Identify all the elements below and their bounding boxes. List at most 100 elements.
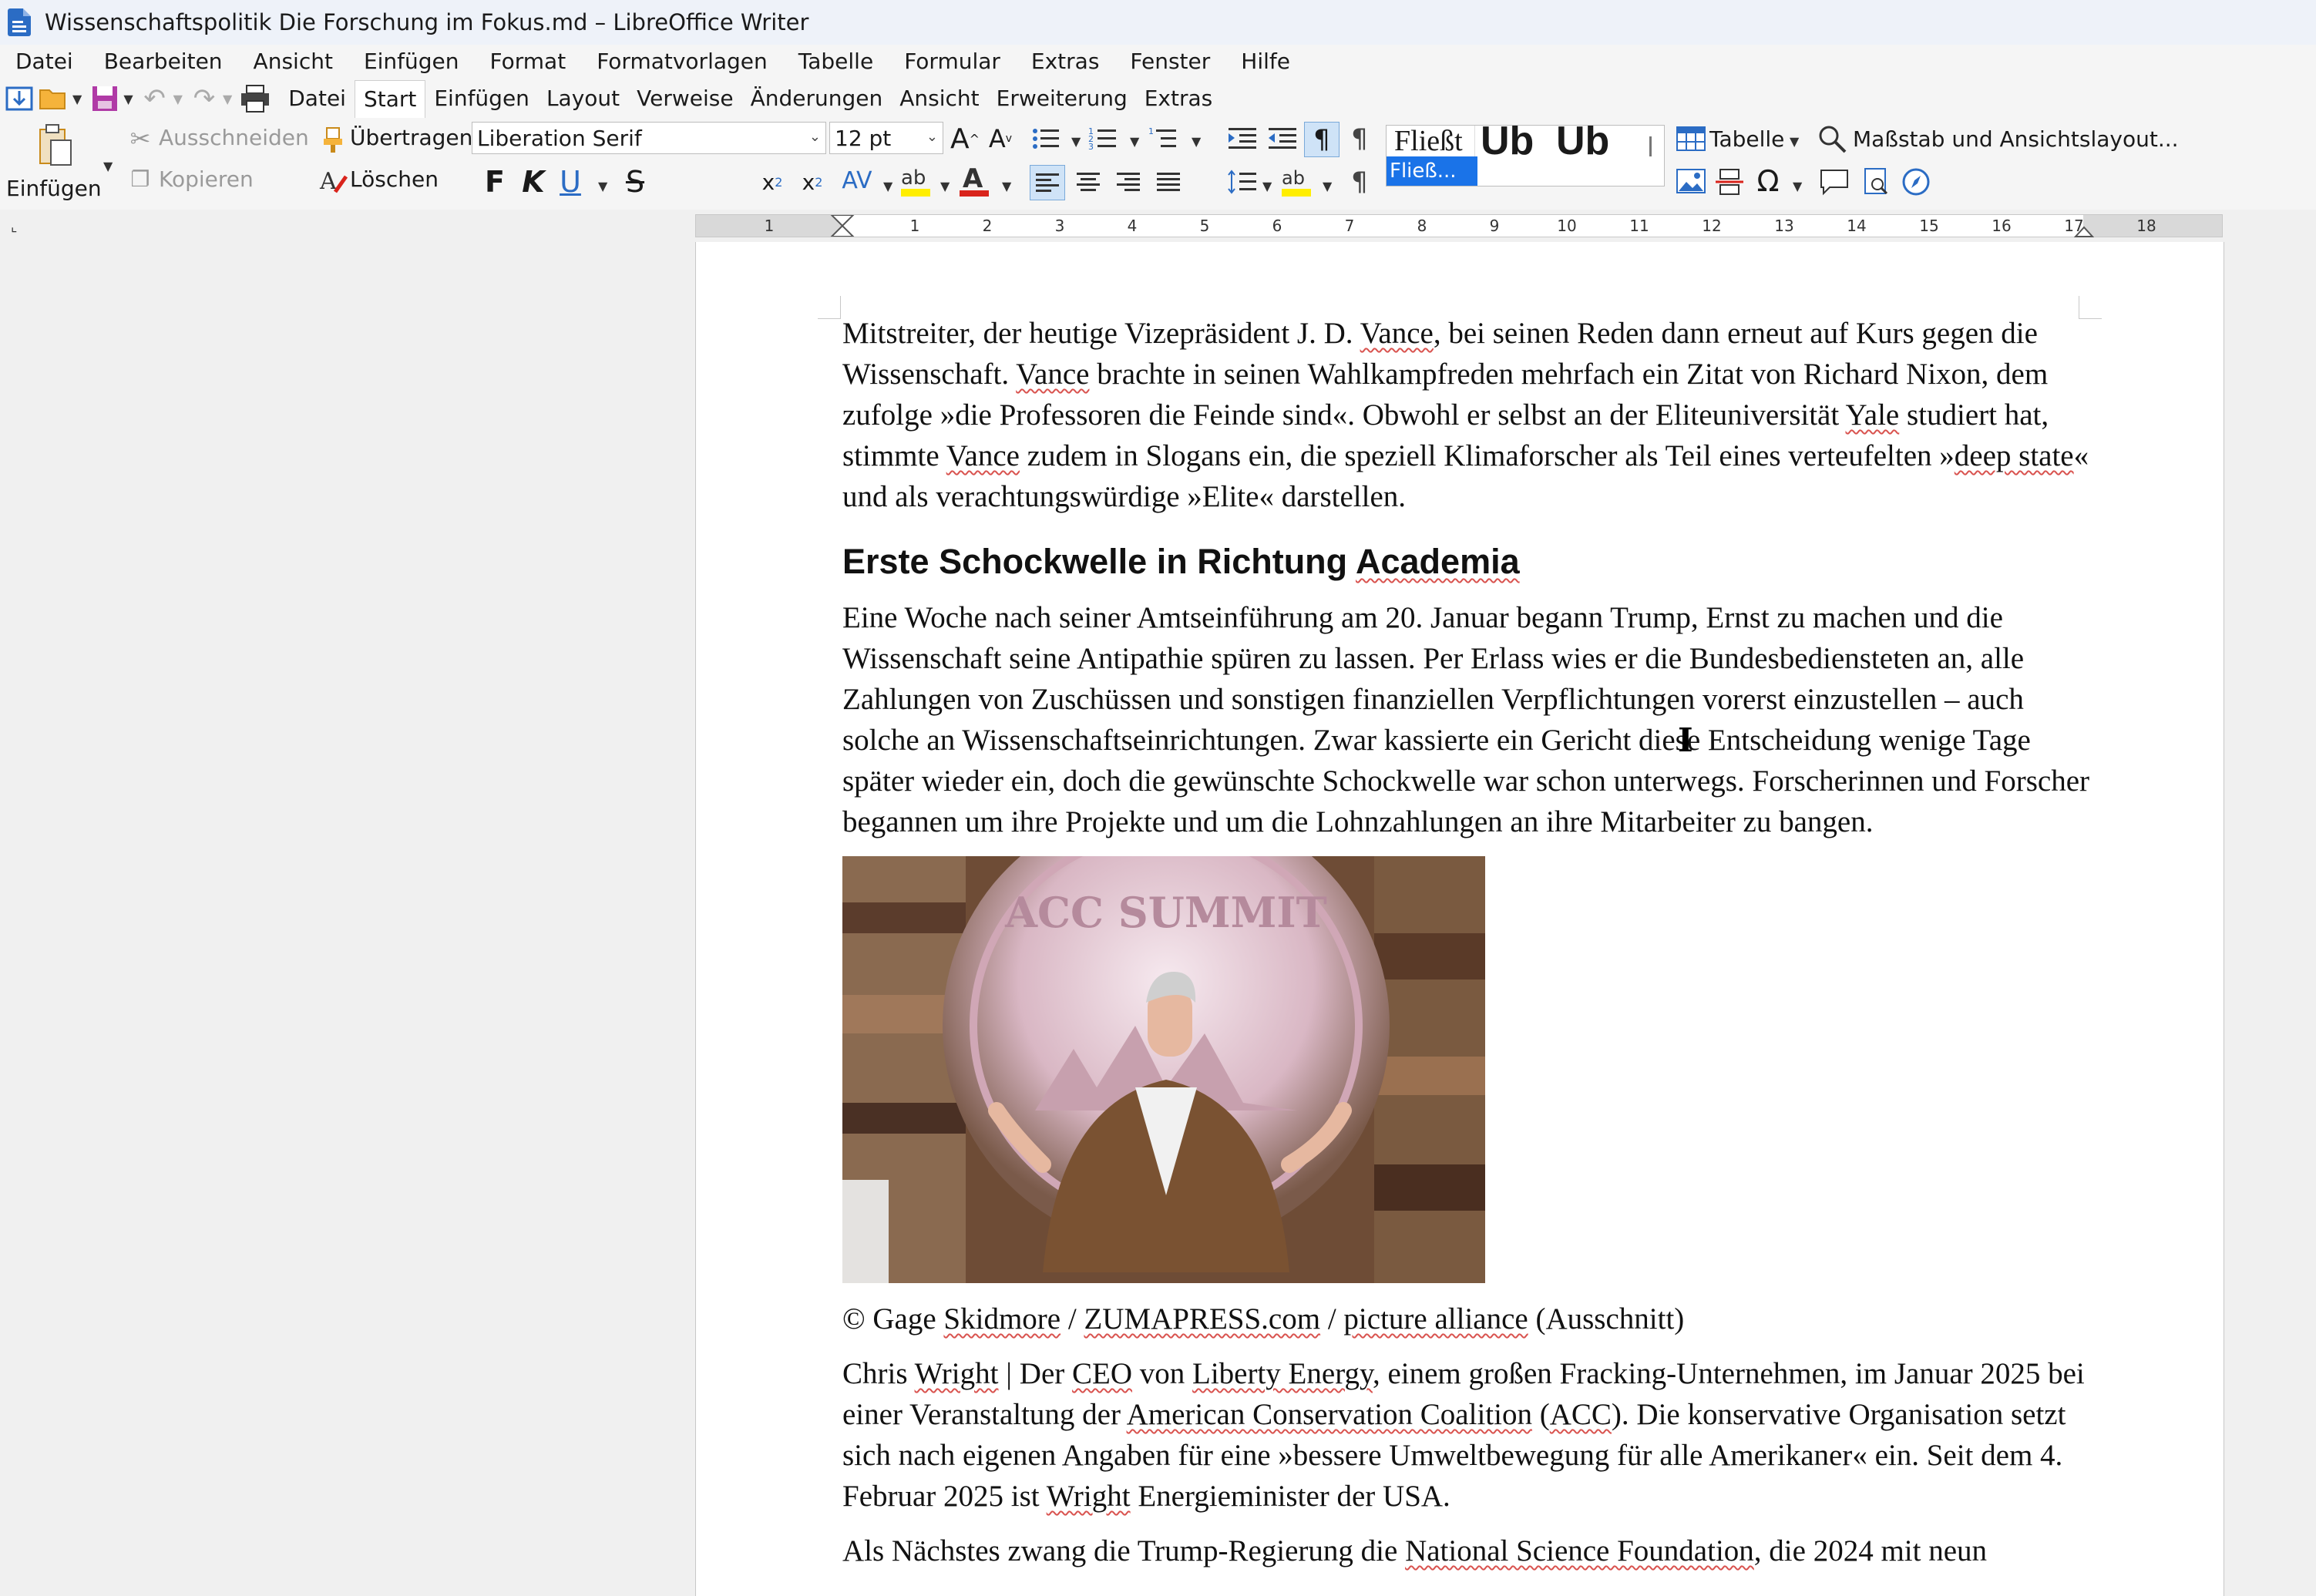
paste-button[interactable]: Einfügen [6,176,102,201]
chevron-down-icon[interactable]: ▼ [1793,179,1802,193]
chevron-down-icon[interactable]: ▼ [223,92,232,106]
tab-einfuegen[interactable]: Einfügen [425,80,538,117]
align-center-icon[interactable] [1071,165,1105,199]
justify-icon[interactable] [1151,165,1185,199]
insert-image-icon[interactable] [1674,165,1708,199]
menu-formular[interactable]: Formular [889,45,1016,79]
track-changes-icon[interactable] [1859,165,1893,199]
chevron-down-icon[interactable]: ▼ [173,92,183,106]
menu-tabelle[interactable]: Tabelle [783,45,889,79]
increase-indent-icon[interactable] [1225,123,1259,154]
chevron-down-icon[interactable]: ▼ [1790,134,1799,149]
tab-stop-type-icon[interactable]: ⌞ [11,219,17,235]
chevron-down-icon[interactable]: ▼ [1002,179,1011,193]
menu-bearbeiten[interactable]: Bearbeiten [89,45,238,79]
bold-button[interactable]: F [479,163,510,200]
character-spacing-icon[interactable]: AV [840,163,874,197]
menu-formatvorlagen[interactable]: Formatvorlagen [581,45,783,79]
tab-erweiterung[interactable]: Erweiterung [988,80,1136,117]
formatting-marks-icon[interactable]: ¶ [1304,122,1340,157]
paragraph-styles-gallery[interactable]: Fließt Fließ... Üb Üb [1386,125,1665,186]
zoom-layout-button[interactable]: Maßstab und Ansichtslayout... [1853,126,2179,152]
chevron-down-icon[interactable]: ▼ [1323,179,1332,193]
save-icon[interactable] [88,82,122,116]
redo-icon[interactable]: ↷ [187,82,221,116]
document-body[interactable]: Mitstreiter, der heutige Vizepräsident J… [842,313,2091,1585]
clone-formatting-button[interactable]: Übertragen [350,125,472,150]
indent-marker-icon[interactable] [830,215,855,237]
tab-ansicht[interactable]: Ansicht [891,80,987,117]
menu-ansicht[interactable]: Ansicht [238,45,348,79]
chevron-down-icon[interactable]: ▼ [940,179,950,193]
tab-extras[interactable]: Extras [1136,80,1222,117]
tab-aenderungen[interactable]: Änderungen [742,80,892,117]
gallery-scrollbar[interactable] [1649,136,1661,156]
superscript-icon[interactable]: x2 [797,166,828,197]
font-name-combo[interactable]: Liberation Serif ⌄ [472,122,826,154]
paragraph-direction-icon[interactable]: ¶ [1343,122,1376,156]
underline-button[interactable]: U [555,163,586,200]
page-break-icon[interactable] [1713,165,1746,199]
numbered-list-icon[interactable]: 123 [1087,123,1121,154]
chevron-down-icon[interactable]: ▼ [1192,134,1201,149]
tab-verweise[interactable]: Verweise [628,80,741,117]
open-remote-icon[interactable] [3,82,37,116]
highlight-color-icon[interactable]: ab [899,162,933,199]
align-left-icon[interactable] [1030,165,1065,200]
cut-button[interactable]: Ausschneiden [159,125,309,150]
tab-datei[interactable]: Datei [280,80,355,117]
subscript-icon[interactable]: x2 [757,166,788,197]
horizontal-ruler[interactable]: 1 1 2 3 4 5 6 7 8 9 10 11 12 13 14 15 16… [695,214,2223,237]
print-icon[interactable] [238,82,272,116]
chevron-down-icon[interactable]: ▼ [123,92,133,106]
grow-font-icon[interactable]: A ^ [950,123,980,155]
navigator-icon[interactable] [1899,165,1933,199]
table-icon[interactable] [1674,123,1708,154]
insert-table-button[interactable]: Tabelle [1709,126,1784,152]
menu-fenster[interactable]: Fenster [1114,45,1225,79]
chevron-down-icon[interactable]: ▼ [1071,134,1081,149]
style-preview-heading2[interactable]: Üb [1556,126,1609,164]
special-character-icon[interactable]: Ω [1751,163,1785,199]
menu-format[interactable]: Format [475,45,582,79]
pilcrow-icon[interactable]: ¶ [1343,165,1376,199]
open-folder-icon[interactable] [37,82,71,116]
chevron-down-icon[interactable]: ▼ [1130,134,1139,149]
chevron-down-icon[interactable]: ▼ [598,179,607,193]
menu-extras[interactable]: Extras [1016,45,1115,79]
article-photo[interactable]: ACC SUMMIT [842,856,1485,1283]
bullet-list-icon[interactable] [1030,123,1064,154]
chevron-down-icon[interactable]: ▼ [1262,179,1272,193]
document-page[interactable]: Mitstreiter, der heutige Vizepräsident J… [695,242,2224,1596]
style-preview-heading1[interactable]: Üb [1481,126,1534,164]
font-color-icon[interactable]: A [957,162,991,199]
comment-icon[interactable] [1817,165,1851,199]
tab-start[interactable]: Start [354,79,426,118]
menu-datei[interactable]: Datei [0,45,89,79]
tab-layout[interactable]: Layout [538,80,628,117]
align-right-icon[interactable] [1111,165,1145,199]
style-preview-default[interactable]: Fließt Fließ... [1387,126,1477,186]
paragraph: Als Nächstes zwang die Trump-Regierung d… [842,1530,2091,1571]
right-indent-marker-icon[interactable] [2074,226,2094,238]
font-size-combo[interactable]: 12 pt ⌄ [829,122,943,154]
italic-button[interactable]: K [518,163,549,200]
paste-icon[interactable] [34,122,77,168]
shrink-font-icon[interactable]: Av [985,123,1016,154]
chevron-down-icon[interactable]: ▼ [103,159,113,173]
menu-hilfe[interactable]: Hilfe [1225,45,1306,79]
zoom-icon[interactable] [1816,123,1850,154]
outline-list-icon[interactable]: 1 [1147,123,1181,154]
decrease-indent-icon[interactable] [1266,123,1299,154]
paragraph-background-icon[interactable]: ab [1279,163,1313,199]
strikethrough-button[interactable]: S [620,163,650,200]
clear-formatting-button[interactable]: Löschen [350,166,439,192]
chevron-down-icon[interactable]: ▼ [72,92,82,106]
line-spacing-icon[interactable] [1225,165,1259,199]
menu-einfuegen[interactable]: Einfügen [348,45,475,79]
chevron-down-icon[interactable]: ⌄ [809,129,821,145]
chevron-down-icon[interactable]: ⌄ [926,129,938,145]
chevron-down-icon[interactable]: ▼ [883,179,892,193]
undo-icon[interactable]: ↶ [138,82,172,116]
copy-button[interactable]: Kopieren [159,166,254,192]
